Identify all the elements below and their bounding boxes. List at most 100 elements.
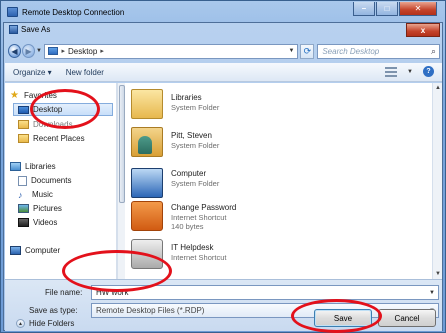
scroll-up-icon[interactable]: ▲ <box>435 85 441 91</box>
item-type: System Folder <box>171 141 220 150</box>
sidebar-item-desktop[interactable]: Desktop <box>13 103 113 116</box>
recent-places-icon <box>18 134 29 143</box>
refresh-icon: ⟳ <box>303 45 312 56</box>
search-input[interactable]: Search Desktop ⌕ <box>317 43 440 59</box>
sidebar-label: Documents <box>31 176 72 185</box>
music-note-icon: ♪ <box>18 189 23 200</box>
documents-icon <box>18 175 27 186</box>
sidebar-item-libraries[interactable]: Libraries <box>10 160 56 173</box>
back-button[interactable]: ◀ <box>8 44 22 58</box>
shortcut-icon <box>131 201 163 231</box>
sidebar-item-downloads[interactable]: Downloads <box>18 118 73 131</box>
sidebar-label: Music <box>32 190 53 199</box>
desktop-icon <box>18 105 29 114</box>
forward-arrow-icon: ▶ <box>25 46 32 56</box>
help-icon[interactable]: ? <box>423 66 434 77</box>
library-icon <box>131 89 163 119</box>
sidebar-label: Computer <box>25 246 61 255</box>
libraries-icon <box>10 162 21 171</box>
breadcrumb-chevron-icon[interactable]: ▸ <box>100 47 104 55</box>
file-name-label: File name: <box>45 288 83 297</box>
window-title-bar: Remote Desktop Connection <box>7 5 124 19</box>
save-button[interactable]: Save <box>314 309 372 327</box>
close-window-button[interactable]: ✕ <box>399 2 437 16</box>
recent-locations-dropdown[interactable]: ▼ <box>36 48 42 54</box>
user-folder-icon <box>131 127 163 157</box>
file-name-input[interactable]: HW work ▼ <box>91 285 439 300</box>
search-icon[interactable]: ⌕ <box>431 46 436 57</box>
shortcut-icon <box>131 239 163 269</box>
hide-folders-label: Hide Folders <box>29 319 75 328</box>
item-type: System Folder <box>171 103 220 112</box>
save-as-icon <box>9 25 18 34</box>
remote-desktop-icon <box>7 7 18 17</box>
dialog-title: Save As <box>21 25 51 34</box>
downloads-folder-icon <box>18 120 29 129</box>
organize-menu[interactable]: Organize ▾ <box>13 68 52 77</box>
refresh-button[interactable]: ⟳ <box>300 43 315 59</box>
window-controls: – □ ✕ <box>353 2 437 16</box>
list-item[interactable]: Pitt, Steven System Folder <box>131 127 219 161</box>
sidebar-label: Videos <box>33 218 58 227</box>
sidebar-label: Downloads <box>33 120 73 129</box>
pictures-icon <box>18 204 29 213</box>
list-item[interactable]: Computer System Folder <box>131 165 219 199</box>
view-dropdown-icon[interactable]: ▼ <box>407 69 413 75</box>
change-view-icon[interactable] <box>385 66 398 77</box>
address-dropdown-icon[interactable]: ▼ <box>288 48 294 54</box>
computer-icon <box>10 246 21 255</box>
sidebar-item-music[interactable]: ♪ Music <box>18 188 53 201</box>
address-sep: ▸ <box>61 48 65 55</box>
sidebar-label: Pictures <box>33 204 62 213</box>
scroll-down-icon[interactable]: ▼ <box>435 271 441 277</box>
back-arrow-icon: ◀ <box>11 46 18 56</box>
file-name-value: HW work <box>96 288 129 297</box>
item-type: Internet Shortcut <box>171 253 227 262</box>
save-type-label: Save as type: <box>29 306 78 315</box>
minimize-button[interactable]: – <box>353 2 375 16</box>
sidebar-item-recent-places[interactable]: Recent Places <box>18 132 85 145</box>
item-name: Computer <box>171 169 207 178</box>
hide-folders-toggle[interactable]: ▲ Hide Folders <box>16 319 74 328</box>
dialog-close-button[interactable]: x <box>406 23 440 37</box>
navigation-bar: ◀ ▶ ▼ ▸ Desktop ▸ ▼ ⟳ Search Desktop ⌕ <box>8 42 440 60</box>
nav-pane-scrollbar[interactable] <box>117 83 125 279</box>
window-title: Remote Desktop Connection <box>22 7 125 17</box>
sidebar-label: Desktop <box>33 105 63 114</box>
maximize-button[interactable]: □ <box>376 2 398 16</box>
sidebar-label: Favorites <box>24 91 57 100</box>
save-type-value: Remote Desktop Files (*.RDP) <box>96 306 205 315</box>
file-name-dropdown-icon[interactable]: ▼ <box>429 290 435 296</box>
item-type: Internet Shortcut <box>171 213 227 222</box>
item-name: Change Password <box>171 203 237 212</box>
item-size: 140 bytes <box>171 222 204 231</box>
list-item[interactable]: IT Helpdesk Internet Shortcut <box>131 239 226 273</box>
save-as-dialog: Save As x ◀ ▶ ▼ ▸ Desktop ▸ ▼ ⟳ Search D… <box>3 22 443 331</box>
search-placeholder: Search Desktop <box>322 46 380 56</box>
sidebar-label: Recent Places <box>33 134 85 143</box>
command-toolbar: Organize ▾ New folder ▼ ? <box>5 63 442 82</box>
star-icon: ★ <box>10 89 19 101</box>
videos-icon <box>18 218 29 227</box>
address-bar[interactable]: ▸ Desktop ▸ ▼ <box>44 43 299 59</box>
navigation-pane: ★ Favorites Desktop Downloads Recent Pla… <box>5 83 117 279</box>
dialog-title-bar: Save As <box>9 25 50 34</box>
file-list-scrollbar[interactable]: ▲ ▼ <box>432 83 442 279</box>
item-name: IT Helpdesk <box>171 243 214 252</box>
item-type: System Folder <box>171 179 220 188</box>
sidebar-item-documents[interactable]: Documents <box>18 174 71 187</box>
forward-button[interactable]: ▶ <box>22 44 36 58</box>
item-name: Pitt, Steven <box>171 131 212 140</box>
computer-icon <box>131 168 163 198</box>
address-desktop[interactable]: Desktop <box>68 47 97 56</box>
cancel-button[interactable]: Cancel <box>378 309 436 327</box>
sidebar-item-videos[interactable]: Videos <box>18 216 57 229</box>
sidebar-item-favorites[interactable]: ★ Favorites <box>10 89 57 102</box>
sidebar-item-pictures[interactable]: Pictures <box>18 202 62 215</box>
sidebar-label: Libraries <box>25 162 56 171</box>
chevron-up-icon: ▲ <box>16 319 25 328</box>
list-item[interactable]: Change Password Internet Shortcut 140 by… <box>131 201 236 235</box>
new-folder-button[interactable]: New folder <box>66 68 104 77</box>
list-item[interactable]: Libraries System Folder <box>131 89 219 123</box>
sidebar-item-computer[interactable]: Computer <box>10 244 60 257</box>
